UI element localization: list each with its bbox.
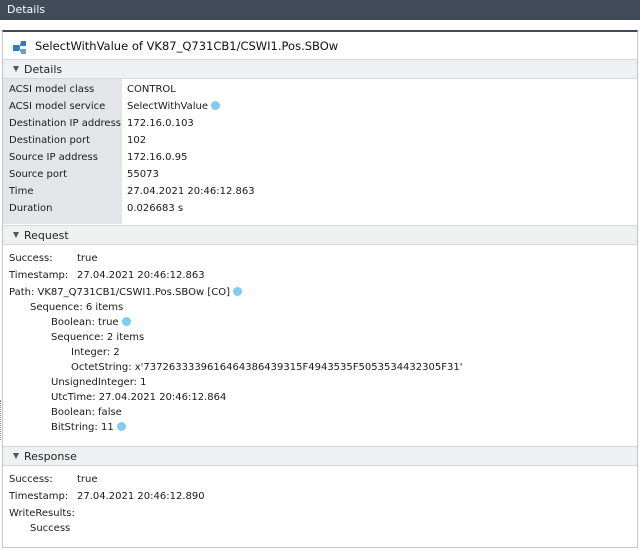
collapse-caret-icon[interactable]	[13, 232, 19, 238]
response-success-value: true	[77, 474, 98, 485]
request-boolean2: Boolean: false	[51, 407, 122, 418]
request-success-value: true	[77, 253, 98, 264]
request-sequence: Sequence: 6 items	[30, 302, 124, 313]
details-row-value: 27.04.2021 20:46:12.863	[127, 186, 255, 197]
response-section-header[interactable]: Response	[3, 446, 637, 466]
details-row-value: CONTROL	[127, 84, 176, 95]
marker-dot-icon[interactable]	[232, 287, 242, 296]
response-timestamp-label: Timestamp:	[9, 491, 69, 502]
details-row-value: 172.16.0.103	[127, 118, 194, 129]
details-row: Source port 55073	[3, 167, 637, 184]
marker-dot-icon[interactable]	[116, 422, 126, 431]
request-boolean: Boolean: true	[51, 317, 119, 328]
details-row-label: ACSI model class	[9, 84, 95, 95]
details-row: Time 27.04.2021 20:46:12.863	[3, 184, 637, 201]
response-timestamp-line: Timestamp: 27.04.2021 20:46:12.890	[9, 491, 205, 506]
details-row-value: SelectWithValue	[127, 101, 209, 112]
response-section-title: Response	[24, 450, 77, 463]
details-row-value-wrap: SelectWithValue	[127, 101, 221, 112]
details-row: Source IP address 172.16.0.95	[3, 150, 637, 167]
details-row: Destination IP address 172.16.0.103	[3, 116, 637, 133]
details-row-value: 172.16.0.95	[127, 152, 188, 163]
details-row: Duration 0.026683 s	[3, 201, 637, 218]
window-title-bar: Details	[0, 0, 640, 20]
details-panel: SelectWithValue of VK87_Q731CB1/CSWI1.Po…	[2, 30, 638, 548]
response-timestamp-value: 27.04.2021 20:46:12.890	[77, 491, 205, 502]
request-section-title: Request	[24, 229, 69, 242]
details-section-header[interactable]: Details	[3, 59, 637, 79]
window-title: Details	[7, 3, 46, 16]
message-title: SelectWithValue of VK87_Q731CB1/CSWI1.Po…	[35, 39, 339, 53]
request-boolean-line: Boolean: true	[51, 317, 131, 332]
response-result-line: Success	[30, 523, 70, 538]
request-sequence2-line: Sequence: 2 items	[51, 332, 144, 347]
request-utctime-line: UtcTime: 27.04.2021 20:46:12.864	[51, 392, 226, 407]
response-writeresults-line: WriteResults:	[9, 508, 75, 523]
request-integer: Integer: 2	[71, 347, 120, 358]
details-row-label: Time	[9, 186, 34, 197]
marker-dot-icon[interactable]	[121, 317, 131, 326]
collapse-caret-icon[interactable]	[13, 453, 19, 459]
request-section-header[interactable]: Request	[3, 225, 637, 245]
response-result: Success	[30, 523, 71, 534]
request-octet-line: OctetString: x'7372633339616464386439315…	[71, 362, 462, 377]
request-timestamp-value: 27.04.2021 20:46:12.863	[77, 270, 205, 281]
request-integer-line: Integer: 2	[71, 347, 120, 362]
details-row-value: 55073	[127, 169, 159, 180]
request-bitstring: BitString: 11	[51, 422, 114, 433]
message-exchange-icon	[13, 41, 26, 54]
details-row-label: ACSI model service	[9, 101, 106, 112]
details-row-value: 0.026683 s	[127, 203, 184, 214]
details-row: ACSI model service SelectWithValue	[3, 99, 637, 116]
request-octetstring: OctetString: x'7372633339616464386439315…	[71, 362, 463, 373]
response-success-label: Success:	[9, 474, 53, 485]
request-path: Path: VK87_Q731CB1/CSWI1.Pos.SBOw [CO]	[9, 287, 230, 298]
request-timestamp-label: Timestamp:	[9, 270, 69, 281]
request-sequence2: Sequence: 2 items	[51, 332, 145, 343]
request-utctime: UtcTime: 27.04.2021 20:46:12.864	[51, 392, 227, 403]
request-bitstring-line: BitString: 11	[51, 422, 126, 437]
marker-dot-icon[interactable]	[211, 101, 221, 110]
details-row-label: Destination IP address	[9, 118, 122, 129]
request-unsignedinteger: UnsignedInteger: 1	[51, 377, 147, 388]
details-row: Destination port 102	[3, 133, 637, 150]
collapse-caret-icon[interactable]	[13, 66, 19, 72]
details-row-label: Source IP address	[9, 152, 98, 163]
details-row-value: 102	[127, 135, 147, 146]
request-success-label: Success:	[9, 253, 53, 264]
splitter-handle[interactable]	[0, 400, 1, 440]
request-timestamp-line: Timestamp: 27.04.2021 20:46:12.863	[9, 270, 205, 285]
details-row-label: Source port	[9, 169, 68, 180]
response-success-line: Success: true	[9, 474, 98, 489]
request-boolean2-line: Boolean: false	[51, 407, 122, 422]
response-writeresults: WriteResults:	[9, 508, 75, 519]
details-row-label: Destination port	[9, 135, 91, 146]
request-success-line: Success: true	[9, 253, 98, 268]
details-row: ACSI model class CONTROL	[3, 82, 637, 99]
request-unsigned-line: UnsignedInteger: 1	[51, 377, 147, 392]
request-sequence-line: Sequence: 6 items	[30, 302, 123, 317]
details-row-label: Duration	[9, 203, 53, 214]
details-section-title: Details	[24, 63, 63, 76]
request-path-line: Path: VK87_Q731CB1/CSWI1.Pos.SBOw [CO]	[9, 287, 242, 302]
